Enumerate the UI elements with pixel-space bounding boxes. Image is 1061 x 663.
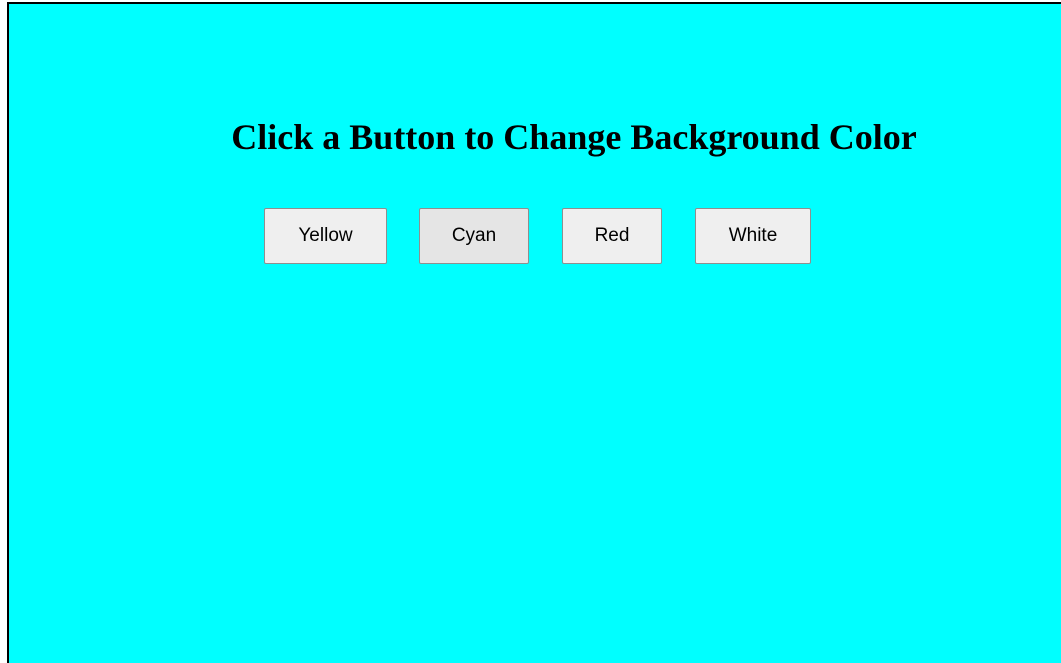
cyan-button[interactable]: Cyan <box>419 208 529 264</box>
page-title: Click a Button to Change Background Colo… <box>231 117 917 157</box>
yellow-button[interactable]: Yellow <box>264 208 387 264</box>
white-button[interactable]: White <box>695 208 811 264</box>
page-canvas: Click a Button to Change Background Colo… <box>7 2 1061 663</box>
red-button[interactable]: Red <box>562 208 662 264</box>
